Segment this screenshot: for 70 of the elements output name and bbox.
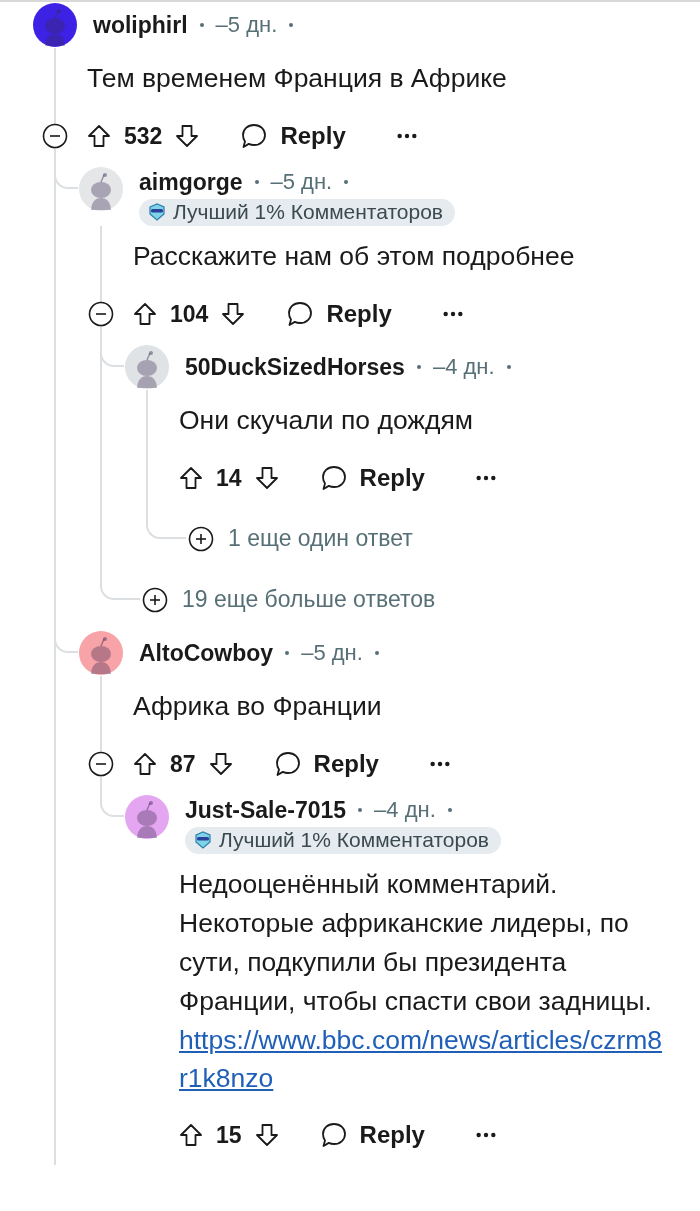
more-options-button[interactable]	[441, 310, 464, 318]
upvote-icon[interactable]	[178, 465, 204, 491]
avatar-icon[interactable]	[32, 2, 78, 48]
comment-text: Недооценённый комментарий. Некоторые африканские лидеры, по сути, подкупили бы президента Франции, чтобы спасти свои задницы.	[179, 868, 653, 1018]
separator-dot	[374, 651, 379, 655]
username[interactable]: Just-Sale-7015	[185, 796, 347, 824]
reply-button[interactable]: Reply	[234, 118, 352, 154]
separator-dot	[506, 365, 511, 369]
badge-icon	[147, 202, 167, 223]
comment-text: Расскажите нам об этом подробнее	[133, 240, 576, 273]
separator-dot	[416, 365, 421, 369]
more-options-button[interactable]	[395, 132, 418, 140]
separator-dot	[447, 808, 452, 813]
comment-text: Африка во Франции	[133, 690, 383, 723]
comment-text: Тем временем Франция в Африке	[87, 62, 508, 95]
username[interactable]: woliphirl	[93, 11, 188, 39]
comment-text: Они скучали по дождям	[179, 404, 475, 437]
expand-icon[interactable]	[142, 586, 168, 613]
post-time: –5 дн.	[270, 169, 333, 196]
reply-button[interactable]: Reply	[313, 1117, 431, 1153]
separator-dot	[254, 180, 259, 185]
more-replies-link[interactable]: 19 еще больше ответов	[182, 586, 436, 613]
speech-bubble-icon	[319, 464, 348, 492]
vote-count: 87	[170, 750, 196, 778]
reply-button[interactable]: Reply	[280, 296, 398, 332]
separator-dot	[358, 808, 363, 813]
article-link[interactable]: https://www.bbc.com/news/articles/czrm8r1k8nzo	[179, 1021, 666, 1097]
badge-icon	[193, 830, 213, 851]
reply-button[interactable]: Reply	[313, 460, 431, 496]
upvote-icon[interactable]	[178, 1122, 204, 1148]
upvote-icon[interactable]	[132, 751, 158, 777]
separator-dot	[344, 180, 349, 185]
username[interactable]: aimgorge	[139, 168, 243, 196]
vote-count: 14	[216, 464, 242, 492]
downvote-icon[interactable]	[220, 301, 247, 327]
more-options-button[interactable]	[474, 1131, 497, 1139]
username[interactable]: AltoCowboy	[139, 639, 274, 667]
speech-bubble-icon	[286, 300, 315, 328]
vote-count: 104	[170, 300, 209, 328]
user-flair: Лучший 1% Комментаторов	[139, 198, 456, 226]
speech-bubble-icon	[319, 1121, 348, 1149]
post-time: –4 дн.	[432, 354, 495, 380]
reply-button[interactable]: Reply	[267, 746, 385, 782]
downvote-icon[interactable]	[207, 751, 234, 777]
username[interactable]: 50DuckSizedHorses	[185, 353, 405, 381]
user-flair: Лучший 1% Комментаторов	[185, 826, 502, 854]
upvote-icon[interactable]	[86, 123, 112, 149]
downvote-icon[interactable]	[253, 1122, 280, 1148]
collapse-button[interactable]	[42, 123, 68, 149]
expand-icon[interactable]	[188, 525, 214, 552]
post-time: –5 дн.	[301, 640, 363, 666]
more-options-button[interactable]	[428, 760, 451, 768]
thread-connector	[146, 508, 186, 539]
separator-dot	[285, 651, 290, 655]
vote-count: 15	[216, 1121, 242, 1149]
downvote-icon[interactable]	[253, 465, 280, 491]
separator-dot	[289, 23, 294, 27]
separator-dot	[199, 23, 204, 27]
collapse-button[interactable]	[88, 301, 114, 327]
post-time: –5 дн.	[215, 12, 278, 38]
upvote-icon[interactable]	[132, 301, 158, 327]
speech-bubble-icon	[240, 122, 269, 150]
thread-connector	[100, 569, 140, 600]
more-options-button[interactable]	[474, 474, 497, 482]
collapse-button[interactable]	[88, 751, 114, 777]
vote-count: 532	[124, 122, 163, 150]
post-time: –4 дн.	[374, 797, 436, 824]
downvote-icon[interactable]	[174, 123, 201, 149]
more-replies-link[interactable]: 1 еще один ответ	[228, 525, 413, 552]
speech-bubble-icon	[273, 750, 302, 778]
